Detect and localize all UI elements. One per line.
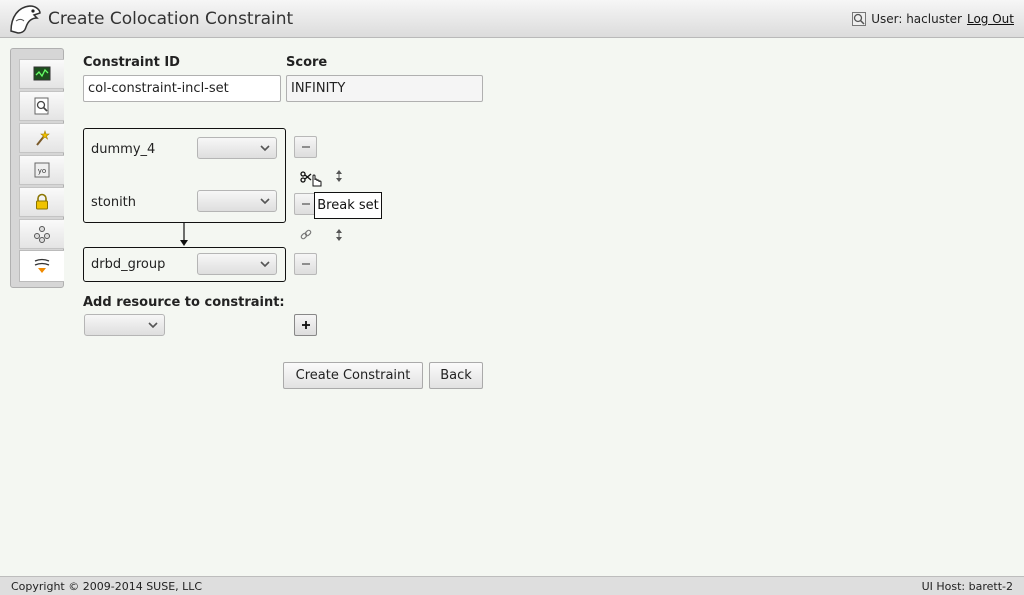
reorder-icon[interactable] <box>335 169 343 183</box>
break-set-tooltip: Break set <box>314 192 382 219</box>
back-button[interactable]: Back <box>429 362 483 389</box>
score-label: Score <box>286 55 328 70</box>
constraints-icon <box>34 258 50 273</box>
create-constraint-button[interactable]: Create Constraint <box>283 362 423 389</box>
resource-name-drbd-group: drbd_group <box>91 257 166 272</box>
resource-name-dummy4: dummy_4 <box>91 142 156 157</box>
sidebar-item-config[interactable]: yo <box>19 155 64 185</box>
hawk-logo-icon <box>10 5 41 34</box>
svg-text:yo: yo <box>38 167 46 175</box>
score-input[interactable] <box>286 75 483 102</box>
constraint-id-label: Constraint ID <box>83 55 180 70</box>
plus-icon <box>301 321 310 329</box>
add-resource-button[interactable] <box>294 314 317 336</box>
user-label: User: hacluster <box>871 12 962 26</box>
copyright-text: Copyright © 2009-2014 SUSE, LLC <box>11 580 203 593</box>
sidebar-item-monitor[interactable] <box>19 59 64 89</box>
cluster-nodes-icon <box>34 226 50 243</box>
role-select-drbd-group[interactable] <box>197 253 277 275</box>
logout-link[interactable]: Log Out <box>967 12 1014 26</box>
monitor-icon <box>33 66 51 81</box>
constraint-id-input[interactable] <box>83 75 281 102</box>
set-connector-arrow-icon <box>180 222 188 246</box>
chevron-down-icon <box>260 198 270 205</box>
user-search-icon <box>852 12 867 26</box>
chevron-down-icon <box>260 261 270 268</box>
add-resource-select[interactable] <box>84 314 165 336</box>
ui-host-text: UI Host: barett-2 <box>921 580 1013 593</box>
link-set-icon[interactable] <box>299 228 313 242</box>
break-set-icon[interactable] <box>300 170 324 188</box>
chevron-down-icon <box>260 145 270 152</box>
page-title: Create Colocation Constraint <box>48 9 294 29</box>
sidebar: yo <box>10 48 64 288</box>
sidebar-item-history[interactable] <box>19 91 64 121</box>
user-area: User: hacluster Log Out <box>851 11 1014 27</box>
minus-icon <box>301 263 310 265</box>
footer: Copyright © 2009-2014 SUSE, LLC UI Host:… <box>0 576 1024 595</box>
reorder-icon[interactable] <box>335 228 343 242</box>
role-select-dummy4[interactable] <box>197 137 277 159</box>
sidebar-item-access[interactable] <box>19 187 64 217</box>
role-select-stonith[interactable] <box>197 190 277 212</box>
sidebar-item-constraints[interactable] <box>19 250 64 282</box>
minus-icon <box>301 146 310 148</box>
minus-icon <box>301 203 310 205</box>
chevron-down-icon <box>148 322 158 329</box>
remove-drbd-group-button[interactable] <box>294 253 317 275</box>
remove-dummy4-button[interactable] <box>294 136 317 158</box>
history-explorer-icon <box>34 97 49 115</box>
config-icon: yo <box>34 162 50 178</box>
sidebar-item-wizard[interactable] <box>19 123 64 153</box>
sidebar-item-nodes[interactable] <box>19 219 64 249</box>
resource-name-stonith: stonith <box>91 195 137 210</box>
lock-icon <box>36 193 48 210</box>
wizard-icon <box>36 130 50 146</box>
add-resource-label: Add resource to constraint: <box>83 295 285 310</box>
app-header: Create Colocation Constraint User: haclu… <box>0 0 1024 38</box>
